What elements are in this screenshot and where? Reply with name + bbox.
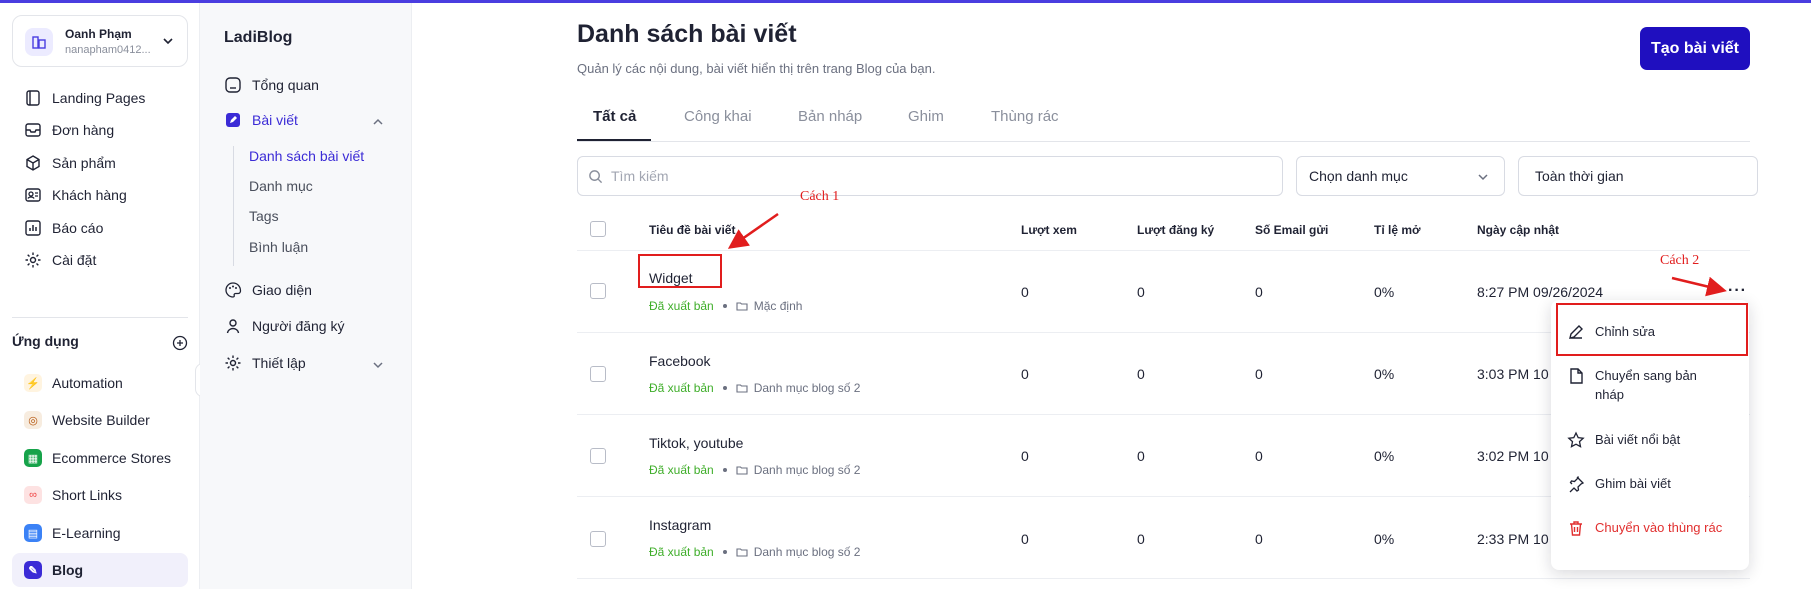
arrow-to-more-actions xyxy=(1671,276,1727,297)
annotation-arrows xyxy=(727,212,1727,297)
arrow-to-title xyxy=(727,212,779,249)
